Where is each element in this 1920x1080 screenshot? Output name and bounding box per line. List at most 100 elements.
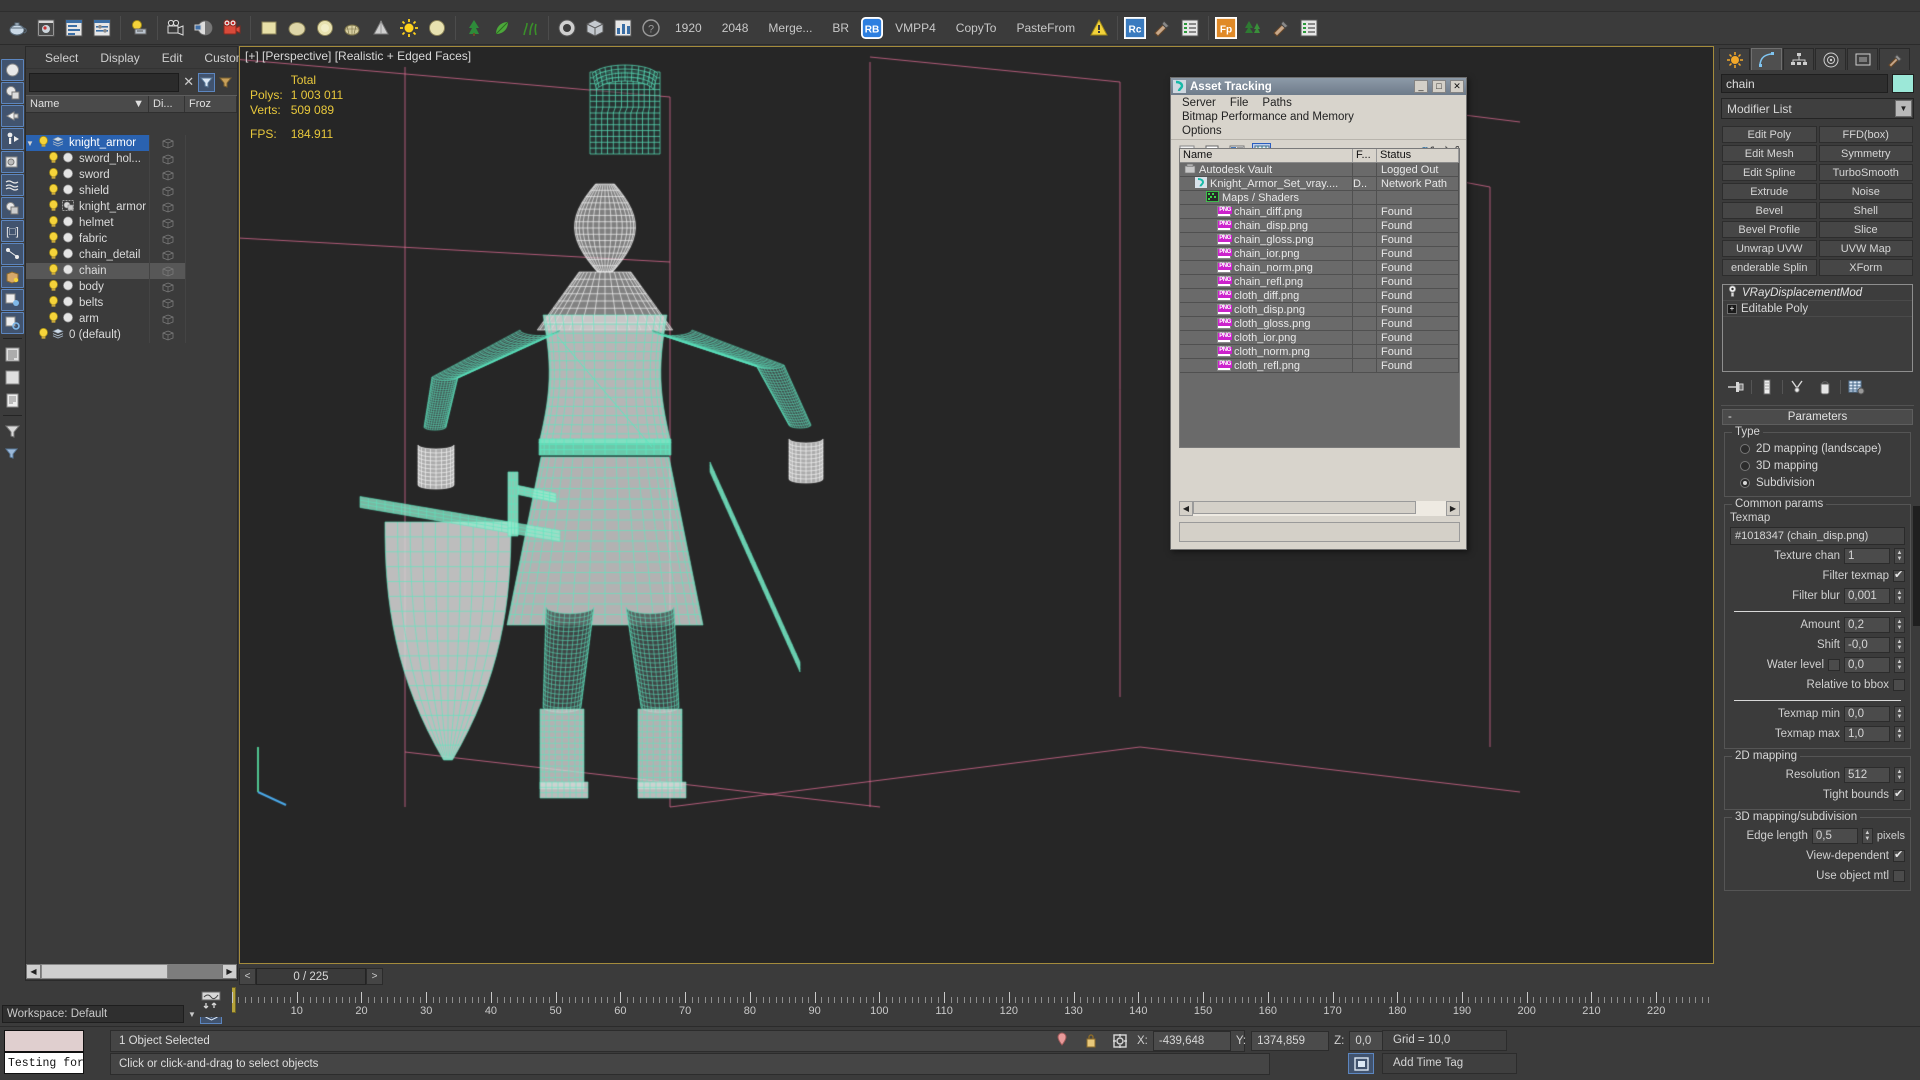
param-row-texmap-min[interactable]: Texmap min 0,0 ▲ ▼	[1730, 705, 1905, 723]
asset-row[interactable]: PNG cloth_refl.png Found	[1180, 359, 1459, 373]
param-row-filter-texmap[interactable]: Filter texmap	[1730, 567, 1905, 585]
select-bitmaps-icon[interactable]	[1, 312, 24, 334]
node-name-cell[interactable]: helmet	[26, 215, 149, 231]
collapse-icon[interactable]: -	[1728, 411, 1732, 423]
tree-icon[interactable]	[461, 15, 487, 41]
command-panel-scrollbar[interactable]	[1913, 446, 1920, 876]
select-containers-icon[interactable]	[1, 266, 24, 288]
param-value-field[interactable]: 0,2	[1844, 617, 1890, 633]
asset-grid-header[interactable]: Name F... Status	[1180, 149, 1459, 163]
plus-box-icon[interactable]: +	[1727, 303, 1737, 314]
param-row-view-dependent[interactable]: View-dependent	[1730, 847, 1905, 865]
scene-node-shield[interactable]: shield	[26, 183, 237, 199]
node-frozen-cell[interactable]	[185, 135, 237, 151]
modifier-button-symmetry[interactable]: Symmetry	[1818, 145, 1913, 162]
open-mini-curve-editor-icon[interactable]	[200, 990, 224, 1014]
node-display-cell[interactable]	[149, 135, 185, 151]
asset-scroll-track[interactable]	[1193, 501, 1446, 516]
node-frozen-cell[interactable]	[185, 311, 237, 327]
select-xrefs-icon[interactable]	[1, 243, 24, 265]
create-tab[interactable]	[1719, 48, 1750, 70]
visibility-bulb-icon[interactable]	[48, 151, 59, 167]
select-particles-icon[interactable]	[1, 289, 24, 311]
param-row-water-level[interactable]: Water level 0,0 ▲ ▼	[1730, 656, 1905, 674]
node-name-cell[interactable]: chain_detail	[26, 247, 149, 263]
texmap-button[interactable]: #1018347 (chain_disp.png)	[1730, 527, 1905, 545]
type-option-2d-mapping--landscape-[interactable]: 2D mapping (landscape)	[1730, 440, 1905, 457]
param-value-field[interactable]: 0,001	[1844, 588, 1890, 604]
param-checkbox[interactable]	[1828, 659, 1840, 671]
display-list-icon[interactable]	[1, 343, 24, 365]
scroll-left-icon[interactable]: ◀	[26, 964, 41, 979]
frame-ruler[interactable]: 10 20 30 40 50 60 70 80 90 100 110 120 130 140 150 160 1…	[232, 987, 1714, 1017]
modifier-button-unwrap-uvw[interactable]: Unwrap UVW	[1722, 240, 1817, 257]
current-frame-display[interactable]: 0 / 225	[256, 967, 366, 985]
utilities-tab[interactable]	[1879, 48, 1910, 70]
modifier-stack[interactable]: VRayDisplacementMod + Editable Poly	[1722, 284, 1913, 372]
scroll-thumb[interactable]	[1913, 506, 1920, 626]
command-panel-tabs[interactable]	[1715, 46, 1920, 70]
visibility-bulb-icon[interactable]	[48, 311, 59, 327]
asset-scroll-right-icon[interactable]: ▶	[1446, 501, 1460, 516]
spinner-icon[interactable]: ▲ ▼	[1894, 617, 1905, 633]
maxscript-listener-input[interactable]: Testing for i	[4, 1052, 84, 1074]
sphere2-primitive-icon[interactable]	[312, 15, 338, 41]
search-input[interactable]	[29, 72, 179, 92]
scene-node-helmet[interactable]: helmet	[26, 215, 237, 231]
spinner-icon[interactable]: ▲ ▼	[1894, 767, 1905, 783]
viewport-canvas[interactable]	[240, 47, 1713, 963]
filter-funnel2-icon[interactable]	[1, 443, 24, 465]
node-frozen-cell[interactable]	[185, 151, 237, 167]
spinner-icon[interactable]: ▲ ▼	[1894, 588, 1905, 604]
make-unique-icon[interactable]	[1786, 376, 1810, 398]
asset-tracking-grid[interactable]: Name F... Status Autodesk Vault Logged Ou…	[1179, 148, 1460, 448]
camera-icon[interactable]	[163, 15, 189, 41]
time-slider[interactable]: < 0 / 225 >	[239, 965, 1714, 987]
asset-row[interactable]: PNG chain_disp.png Found	[1180, 219, 1459, 233]
render-frame-window-icon[interactable]	[89, 15, 115, 41]
modifier-button-edit-poly[interactable]: Edit Poly	[1722, 126, 1817, 143]
fp-icon[interactable]: Fp	[1214, 16, 1238, 40]
modifier-button-noise[interactable]: Noise	[1818, 183, 1913, 200]
asset-name-cell[interactable]: PNG chain_ior.png	[1180, 247, 1353, 260]
explorer-hscrollbar[interactable]: ◀ ▶	[26, 963, 237, 980]
node-name-cell[interactable]: sword_hol...	[26, 151, 149, 167]
node-display-cell[interactable]	[149, 295, 185, 311]
param-row-tight-bounds[interactable]: Tight bounds	[1730, 786, 1905, 804]
type-option-3d-mapping[interactable]: 3D mapping	[1730, 457, 1905, 474]
light-icon[interactable]	[126, 15, 152, 41]
workspace-label[interactable]: Workspace: Default	[2, 1005, 184, 1023]
select-bones-icon[interactable]	[1, 128, 24, 150]
param-value-field[interactable]: 0,0	[1844, 657, 1890, 673]
cube-icon[interactable]	[582, 15, 608, 41]
scene-node-fabric[interactable]: fabric	[26, 231, 237, 247]
target-icon[interactable]	[554, 15, 580, 41]
node-name-cell[interactable]: 0 (default)	[26, 327, 149, 343]
modifier-button-xform[interactable]: XForm	[1818, 259, 1913, 276]
modifier-button-enderable-splin[interactable]: enderable Splin	[1722, 259, 1817, 276]
param-value-field[interactable]: 1,0	[1844, 726, 1890, 742]
scene-node-knight_armor[interactable]: ▼ knight_armor	[26, 135, 237, 151]
spinner-icon[interactable]: ▲ ▼	[1894, 657, 1905, 673]
configure-modifier-sets-icon[interactable]	[1844, 376, 1868, 398]
asset-name-cell[interactable]: PNG chain_refl.png	[1180, 275, 1353, 288]
asset-menu-bitmap[interactable]: Bitmap Performance and Memory	[1175, 110, 1361, 124]
render-preview-icon[interactable]	[191, 15, 217, 41]
scene-node-belts[interactable]: belts	[26, 295, 237, 311]
display-tab[interactable]	[1847, 48, 1878, 70]
param-checkbox[interactable]	[1893, 679, 1905, 691]
toolbar-label-height[interactable]: 2048	[712, 15, 759, 41]
visibility-bulb-icon[interactable]	[48, 231, 59, 247]
pin-stack-toggle-icon[interactable]	[1050, 1030, 1074, 1052]
node-display-cell[interactable]	[149, 311, 185, 327]
stack-item-editable-poly[interactable]: + Editable Poly	[1723, 301, 1912, 317]
asset-row[interactable]: PNG cloth_gloss.png Found	[1180, 317, 1459, 331]
teapot-icon[interactable]	[5, 15, 31, 41]
node-name-cell[interactable]: shield	[26, 183, 149, 199]
tools-icon[interactable]	[1149, 15, 1175, 41]
node-display-cell[interactable]	[149, 183, 185, 199]
spinner-icon[interactable]: ▲ ▼	[1894, 637, 1905, 653]
visibility-bulb-icon[interactable]	[48, 263, 59, 279]
filter-funnel-icon[interactable]	[1, 420, 24, 442]
asset-hscrollbar[interactable]: ◀ ▶	[1179, 501, 1460, 516]
